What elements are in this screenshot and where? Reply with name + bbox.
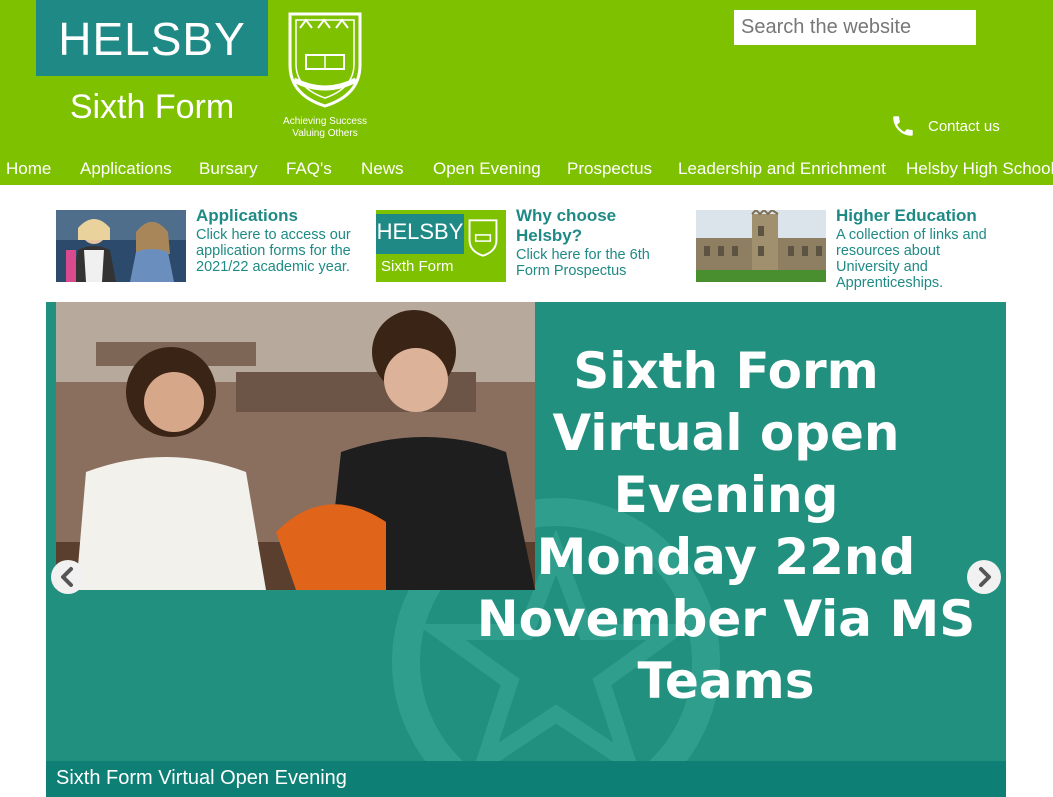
tile-applications-text-3: 2021/22 academic year. — [196, 259, 350, 275]
logo-subtitle: Sixth Form — [69, 88, 235, 126]
nav-item-news[interactable]: News — [361, 159, 404, 179]
tile-higher-education-title: Higher Education — [836, 206, 977, 225]
school-crest-icon — [288, 12, 362, 108]
hero-carousel: Sixth Form Virtual open Evening Monday 2… — [46, 302, 1006, 797]
slide-photo — [56, 302, 535, 590]
tile-why-choose-title-2: Helsby? — [516, 226, 583, 245]
nav-item-prospectus[interactable]: Prospectus — [567, 159, 652, 179]
site-header: HELSBY Sixth Form Achieving Success Valu… — [0, 0, 1053, 185]
slide-caption-bar: Sixth Form Virtual Open Evening — [46, 761, 1006, 797]
tile-higher-education-text-4: Apprenticeships. — [836, 275, 944, 291]
tile-applications-title: Applications — [196, 206, 299, 225]
motto-line-1: Achieving Success — [283, 116, 367, 127]
motto-line-2: Valuing Others — [292, 128, 358, 139]
main-nav: Home Applications Bursary FAQ's News Ope… — [0, 150, 1053, 184]
mini-logo-subtitle: Sixth Form — [381, 258, 454, 275]
university-photo — [696, 210, 826, 282]
nav-item-faqs[interactable]: FAQ's — [286, 159, 332, 179]
mini-crest-icon — [468, 219, 498, 257]
school-motto: Achieving Success Valuing Others — [270, 116, 380, 140]
search-input[interactable] — [734, 10, 976, 45]
applications-photo — [56, 210, 186, 282]
logo-title: HELSBY — [58, 13, 246, 65]
headline-line-6: Teams — [637, 652, 815, 710]
mini-logo: HELSBY Sixth Form — [376, 210, 506, 282]
tile-higher-education[interactable]: Higher Education A collection of links a… — [696, 206, 1006, 296]
contact-label: Contact us — [928, 117, 1000, 135]
tile-applications[interactable]: Applications Click here to access our ap… — [56, 206, 366, 296]
phone-icon — [893, 116, 913, 136]
tile-why-choose-text-1: Click here for the 6th — [516, 247, 650, 263]
slide-headline: Sixth Form Virtual open Evening Monday 2… — [471, 340, 981, 712]
tile-why-choose-title-1: Why choose — [516, 206, 617, 225]
nav-item-helsby-high-school[interactable]: Helsby High School — [906, 159, 1053, 179]
tile-higher-education-text-1: A collection of links and — [836, 227, 987, 243]
tile-why-choose-text-2: Form Prospectus — [516, 263, 627, 279]
tile-why-choose[interactable]: HELSBY Sixth Form Why choose Helsby? Cli… — [376, 206, 676, 296]
nav-item-open-evening[interactable]: Open Evening — [433, 159, 541, 179]
site-logo[interactable]: HELSBY — [36, 0, 268, 76]
nav-item-home[interactable]: Home — [6, 159, 51, 179]
chevron-left-icon — [61, 567, 73, 587]
nav-item-bursary[interactable]: Bursary — [199, 159, 258, 179]
next-slide-button[interactable] — [967, 560, 1001, 594]
tile-applications-text-1: Click here to access our — [196, 227, 351, 243]
nav-item-leadership[interactable]: Leadership and Enrichment — [678, 159, 886, 179]
contact-link[interactable]: Contact us — [890, 113, 1000, 139]
slide-caption[interactable]: Sixth Form Virtual Open Evening — [56, 767, 347, 790]
headline-line-5: November Via MS — [476, 590, 976, 648]
headline-line-2: Virtual open — [552, 404, 900, 462]
headline-line-3: Evening — [613, 466, 839, 524]
prev-slide-button[interactable] — [51, 560, 85, 594]
chevron-right-icon — [979, 567, 991, 587]
tile-applications-text-2: application forms for the — [196, 243, 351, 259]
nav-item-applications[interactable]: Applications — [80, 159, 172, 179]
tile-higher-education-text-3: University and — [836, 259, 928, 275]
headline-line-4: Monday 22nd — [536, 528, 916, 586]
headline-line-1: Sixth Form — [573, 342, 879, 400]
mini-logo-title: HELSBY — [376, 219, 464, 244]
tile-higher-education-text-2: resources about — [836, 243, 940, 259]
